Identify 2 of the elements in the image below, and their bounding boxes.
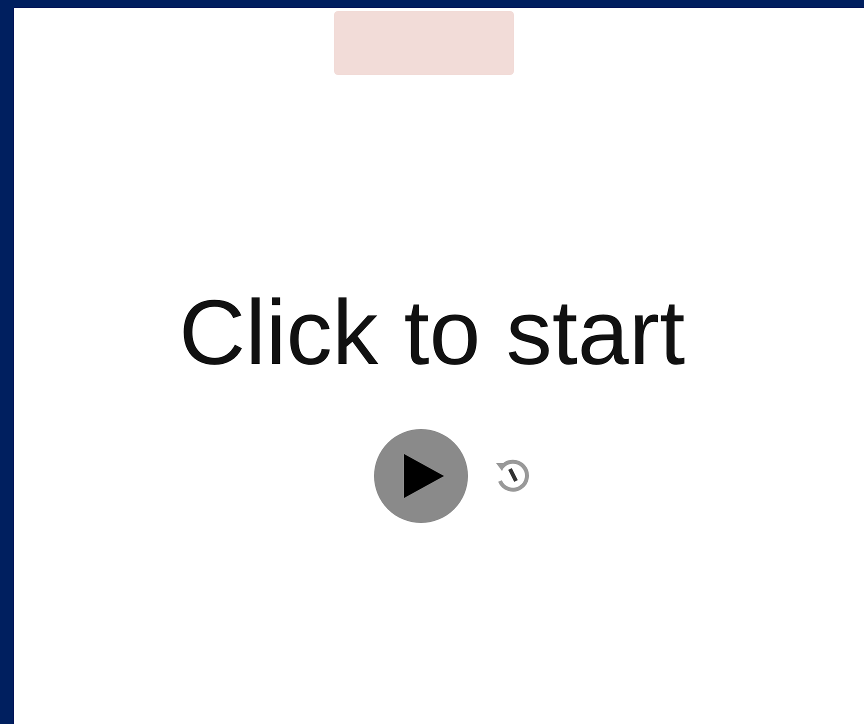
start-heading: Click to start: [178, 287, 686, 379]
play-icon: [402, 452, 446, 500]
